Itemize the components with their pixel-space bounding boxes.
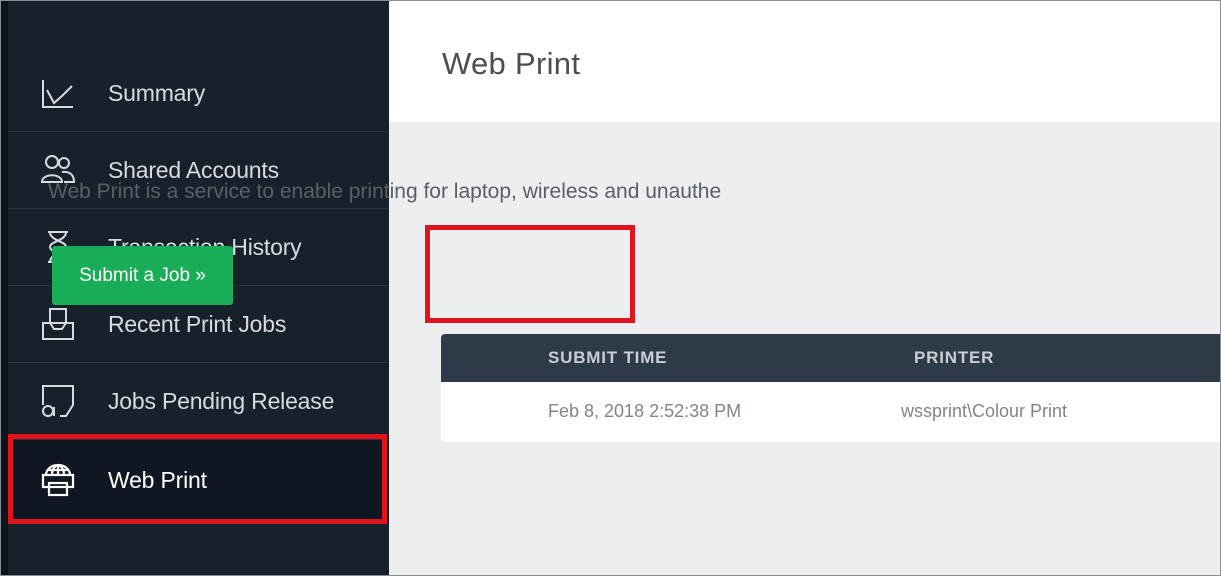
sidebar-item-label: Web Print xyxy=(108,466,207,493)
main-content: Web Print xyxy=(389,1,1220,576)
chart-line-icon xyxy=(40,76,76,112)
page-description: Web Print is a service to enable printin… xyxy=(48,180,722,203)
submit-job-button[interactable]: Submit a Job » xyxy=(52,246,233,305)
column-header-submit-time[interactable]: SUBMIT TIME xyxy=(548,348,667,368)
sidebar-item-jobs-pending-release[interactable]: Jobs Pending Release xyxy=(8,363,389,440)
page-header: Web Print xyxy=(389,1,1220,122)
sidebar-item-label: Recent Print Jobs xyxy=(108,310,287,337)
pending-release-icon xyxy=(40,383,76,419)
cell-printer: wssprint\Colour Print xyxy=(901,401,1068,421)
sidebar-edge xyxy=(1,1,8,576)
web-print-icon xyxy=(40,462,76,498)
page-title: Web Print xyxy=(442,46,581,81)
sidebar-item-label: Jobs Pending Release xyxy=(108,387,335,414)
sidebar-item-web-print[interactable]: Web Print xyxy=(8,440,389,520)
table-header: SUBMIT TIME PRINTER xyxy=(441,334,1220,382)
print-jobs-table: SUBMIT TIME PRINTER Feb 8, 2018 2:52:38 … xyxy=(441,334,1220,442)
cell-submit-time: Feb 8, 2018 2:52:38 PM xyxy=(548,401,742,421)
print-tray-icon xyxy=(40,306,76,342)
column-header-printer[interactable]: PRINTER xyxy=(914,348,994,368)
sidebar-item-label: Summary xyxy=(108,80,206,106)
sidebar-item-summary[interactable]: Summary xyxy=(8,56,389,132)
